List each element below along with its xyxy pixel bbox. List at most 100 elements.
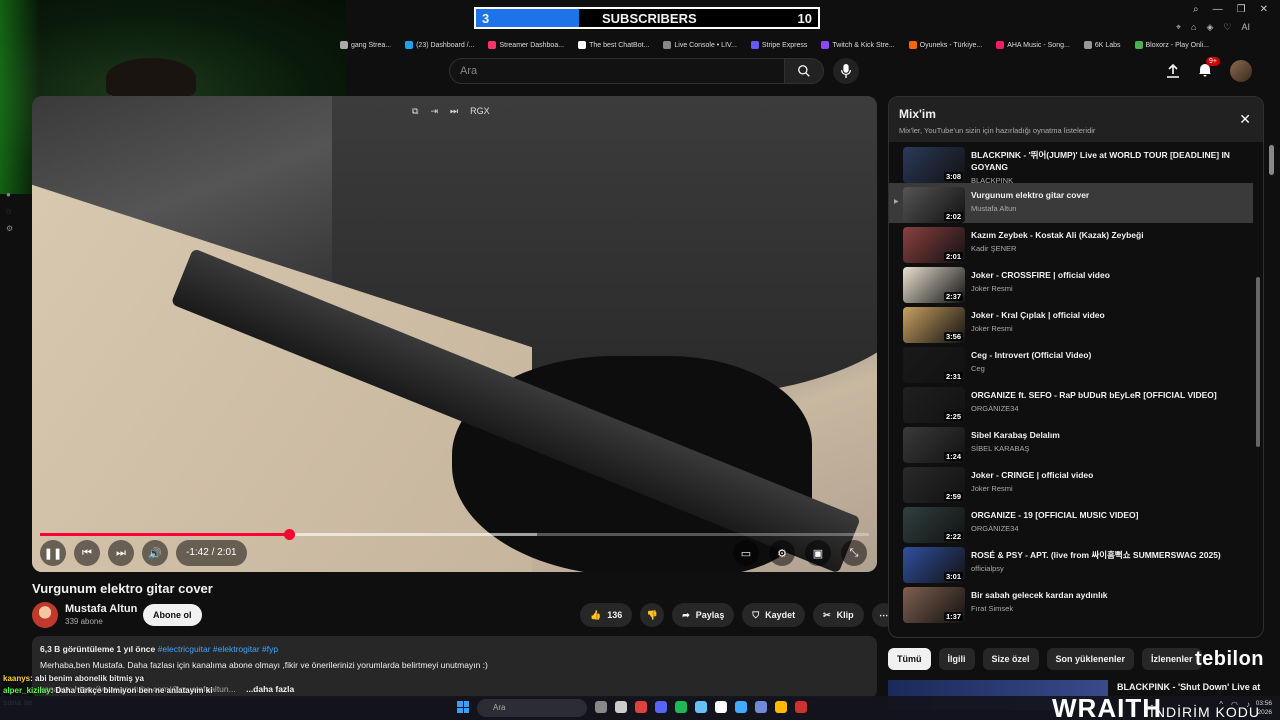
rail-settings-icon[interactable]: ⚙ (6, 224, 13, 233)
playlist-thumbnail[interactable]: 3:56 (903, 307, 965, 343)
pin-icon[interactable]: ⌂ (1191, 22, 1196, 33)
bookmark-item[interactable]: The best ChatBot... (578, 41, 649, 49)
search-icon[interactable]: ⌕ (1193, 4, 1199, 15)
channel-name[interactable]: Mustafa Altun (65, 603, 137, 615)
description-hashtags[interactable]: #electricguitar #elektrogitar #fyp (158, 644, 278, 654)
playlist-thumbnail[interactable]: 2:37 (903, 267, 965, 303)
voice-search-button[interactable] (833, 58, 859, 84)
close-icon[interactable]: ✕ (1260, 4, 1268, 15)
filter-chip[interactable]: Size özel (982, 648, 1039, 670)
pip-icon[interactable]: ⧉ (412, 106, 418, 117)
fullscreen-button[interactable]: ⤡ (841, 540, 867, 566)
recommended-video-title[interactable]: BLACKPINK - 'Shut Down' Live at (1117, 682, 1260, 692)
save-button[interactable]: ⛉ Kaydet (742, 603, 806, 627)
taskbar-search[interactable]: Ara (477, 699, 587, 717)
theater-button[interactable]: ▣ (805, 540, 831, 566)
playlist-thumbnail[interactable]: 2:01 (903, 227, 965, 263)
clip-button[interactable]: ✂ Klip (813, 603, 864, 627)
bookmark-item[interactable]: AHA Music - Song... (996, 41, 1070, 49)
playlist-item[interactable]: ▶ 2:02 Vurgunum elektro gitar cover Mustafa… (889, 183, 1253, 223)
bookmark-item[interactable]: Bloxorz - Play Onli... (1134, 41, 1209, 49)
taskbar-app-icon[interactable] (755, 701, 767, 713)
search-button[interactable] (784, 58, 824, 84)
exit-icon[interactable]: ⇥ (430, 106, 438, 117)
subscribe-button[interactable]: Abone ol (143, 604, 202, 626)
channel-avatar[interactable] (32, 602, 58, 628)
bookmark-item[interactable]: Streamer Dashboa... (488, 41, 564, 49)
playlist-thumbnail[interactable]: 2:22 (903, 507, 965, 543)
playlist-item[interactable]: 3:08 BLACKPINK - '뛰어(JUMP)' Live at WORLD… (889, 143, 1253, 185)
playlist-item[interactable]: 2:31 Ceg - Introvert (Official Video) Ceg (889, 343, 1253, 383)
playlist-item[interactable]: 1:24 Sibel Karabaş Delalım SİBEL KARABAŞ (889, 423, 1253, 463)
pause-button[interactable]: ❚❚ (40, 540, 66, 566)
playlist-thumbnail[interactable]: 3:01 (903, 547, 965, 583)
rail-dot-icon[interactable]: ● (6, 190, 13, 199)
next-button[interactable]: ⏭ (108, 540, 134, 566)
taskbar-app-icon[interactable] (615, 701, 627, 713)
video-progress-bar[interactable] (40, 529, 869, 540)
like-button[interactable]: 👍 136 (580, 603, 633, 627)
bookmark-item[interactable]: Live Console • LIV... (663, 41, 737, 49)
progress-scrubber[interactable] (283, 529, 295, 540)
close-playlist-button[interactable]: ✕ (1239, 111, 1251, 128)
playlist-item[interactable]: 3:56 Joker - Kral Çıplak | official video… (889, 303, 1253, 343)
taskbar-app-icon[interactable] (595, 701, 607, 713)
restore-icon[interactable]: ❐ (1237, 4, 1246, 15)
settings-button[interactable]: ⚙ (769, 540, 795, 566)
filter-chip[interactable]: İzlenenler (1142, 648, 1202, 670)
taskbar-app-icon[interactable] (775, 701, 787, 713)
volume-button[interactable]: 🔊 (142, 540, 168, 566)
playlist-thumbnail[interactable]: 3:08 (903, 147, 965, 183)
notifications-button[interactable]: 9+ (1198, 57, 1220, 80)
rail-chat-icon[interactable]: ◌ (6, 207, 13, 216)
taskbar-app-icon[interactable] (795, 701, 807, 713)
skip-icon[interactable]: ⏭ (450, 106, 458, 117)
extension-icon[interactable]: ⌖ (1176, 22, 1181, 33)
taskbar-app-icon[interactable] (675, 701, 687, 713)
taskbar-app-icon[interactable] (715, 701, 727, 713)
bookmark-item[interactable]: gang Strea... (340, 41, 391, 49)
video-player[interactable]: ⧉ ⇥ ⏭ RGX ❚❚ ⏮ ⏭ 🔊 -1:42 / 2:01 ▭ ⚙ ▣ ⤡ (32, 96, 877, 572)
dislike-button[interactable]: 👎 (640, 603, 665, 627)
playlist-thumbnail[interactable]: 2:02 (903, 187, 965, 223)
search-input[interactable]: Ara (449, 58, 785, 84)
upload-icon[interactable] (1166, 64, 1180, 78)
bookmark-item[interactable]: Oyuneks - Türkiye... (908, 41, 982, 49)
bookmark-item[interactable]: 6K Labs (1083, 41, 1121, 49)
heart-icon[interactable]: ♡ (1223, 22, 1231, 33)
playlist-scrollbar[interactable] (1256, 277, 1260, 447)
playlist-item[interactable]: 1:37 Bir sabah gelecek kardan aydınlık Fır… (889, 583, 1253, 623)
playlist-item[interactable]: 2:25 ORGANIZE ft. SEFO - RaP bUDuR bEyLeR… (889, 383, 1253, 423)
previous-button[interactable]: ⏮ (74, 540, 100, 566)
taskbar-app-icon[interactable] (655, 701, 667, 713)
playlist-item[interactable]: 3:01 ROSÉ & PSY - APT. (live from 싸이흠뻑쇼 S… (889, 543, 1253, 583)
taskbar-app-icon[interactable] (695, 701, 707, 713)
show-more-link[interactable]: ...daha fazla (246, 684, 294, 694)
ai-label[interactable]: AI (1241, 22, 1250, 33)
overlay-label[interactable]: RGX (470, 106, 490, 117)
filter-chip[interactable]: Tümü (888, 648, 931, 670)
playlist-thumbnail[interactable]: 2:31 (903, 347, 965, 383)
filter-chip[interactable]: İlgili (938, 648, 975, 670)
bookmark-item[interactable]: (23) Dashboard /... (405, 41, 474, 49)
subtitles-button[interactable]: ▭ (733, 540, 759, 566)
playlist-item[interactable]: 2:59 Joker - CRINGE | official video Joker… (889, 463, 1253, 503)
minimize-icon[interactable]: — (1213, 4, 1223, 15)
start-button[interactable] (457, 701, 469, 713)
playlist-item[interactable]: 2:01 Kazım Zeybek - Kostak Ali (Kazak) Ze… (889, 223, 1253, 263)
bookmark-item[interactable]: Twitch & Kick Stre... (821, 41, 895, 49)
account-avatar[interactable] (1230, 60, 1252, 82)
page-scrollbar[interactable] (1269, 145, 1274, 175)
shield-icon[interactable]: ◈ (1206, 22, 1213, 33)
playlist-thumbnail[interactable]: 1:24 (903, 427, 965, 463)
taskbar-app-icon[interactable] (635, 701, 647, 713)
playlist-thumbnail[interactable]: 2:25 (903, 387, 965, 423)
taskbar-app-icon[interactable] (735, 701, 747, 713)
playlist-item[interactable]: 2:22 ORGANIZE - 19 [OFFICIAL MUSIC VIDEO]… (889, 503, 1253, 543)
playlist-thumbnail[interactable]: 2:59 (903, 467, 965, 503)
playlist-item[interactable]: 2:37 Joker - CROSSFIRE | official video Jo… (889, 263, 1253, 303)
bookmark-item[interactable]: Stripe Express (750, 41, 807, 49)
filter-chip[interactable]: Son yüklenenler (1046, 648, 1135, 670)
share-button[interactable]: ➦ Paylaş (672, 603, 735, 627)
playlist-thumbnail[interactable]: 1:37 (903, 587, 965, 623)
